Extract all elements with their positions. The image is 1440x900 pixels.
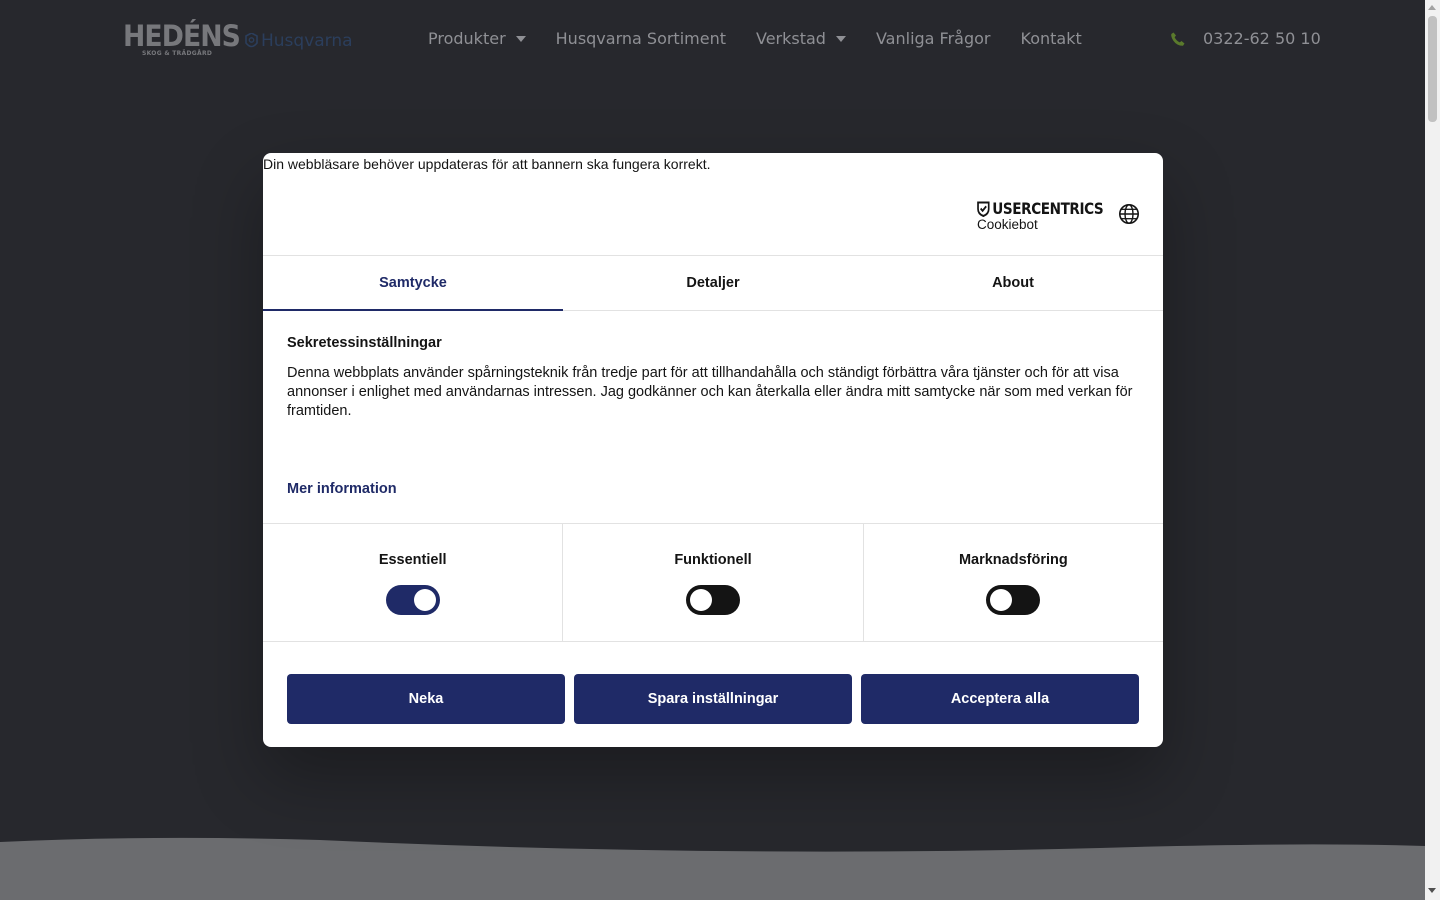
nav-label: Vanliga Frågor <box>875 29 991 48</box>
globe-icon <box>1119 204 1139 224</box>
essentiell-toggle[interactable] <box>385 585 440 615</box>
toggle-knob <box>413 589 436 611</box>
category-marknadsforing: Marknadsföring <box>862 524 1163 641</box>
wave-divider <box>0 837 1425 900</box>
scrollbar-thumb[interactable] <box>1428 16 1437 122</box>
usercentrics-wordmark: USERCENTRICS <box>977 199 1104 218</box>
browser-update-notice: Din webbläsare behöver uppdateras för at… <box>263 156 711 172</box>
scroll-down-icon[interactable] <box>1428 888 1436 893</box>
scroll-up-icon[interactable] <box>1428 5 1436 10</box>
nav-label: Verkstad <box>756 29 826 48</box>
toggle-knob <box>689 589 712 611</box>
nav-kontakt[interactable]: Kontakt <box>1021 29 1082 48</box>
tab-detaljer[interactable]: Detaljer <box>563 256 863 310</box>
nav-vanliga-fragor[interactable]: Vanliga Frågor <box>876 29 991 48</box>
accept-all-button[interactable]: Acceptera alla <box>861 674 1139 724</box>
phone-link[interactable]: 0322-62 50 10 <box>1170 29 1321 48</box>
category-label: Marknadsföring <box>958 552 1068 568</box>
save-settings-button[interactable]: Spara inställningar <box>574 674 852 724</box>
tab-about[interactable]: About <box>863 256 1163 310</box>
shield-check-icon <box>977 201 990 217</box>
category-funktionell: Funktionell <box>562 524 862 641</box>
phone-icon <box>1171 32 1185 46</box>
category-label: Essentiell <box>378 552 447 568</box>
nav-label: Husqvarna Sortiment <box>555 29 726 48</box>
consent-tabs: Samtycke Detaljer About <box>263 255 1163 311</box>
privacy-settings-title: Sekretessinställningar <box>287 335 442 351</box>
main-nav: Produkter Husqvarna Sortiment Verkstad V… <box>428 29 1112 48</box>
logo-text: HEDÉNS <box>123 19 241 53</box>
funktionell-toggle[interactable] <box>685 585 740 615</box>
husqvarna-logo[interactable]: Husqvarna <box>244 31 353 51</box>
husqvarna-crown-icon <box>245 32 258 47</box>
consent-categories: Essentiell Funktionell Marknadsföring <box>263 523 1163 642</box>
nav-verkstad[interactable]: Verkstad <box>756 29 846 48</box>
brand-sub: Cookiebot <box>977 217 1038 232</box>
category-essentiell: Essentiell <box>263 524 562 641</box>
hedens-logo[interactable]: HEDÉNS SKOG & TRÄDGÅRD <box>123 19 250 58</box>
nav-label: Kontakt <box>1020 29 1082 48</box>
nav-label: Produkter <box>428 29 506 48</box>
brand-name: USERCENTRICS <box>992 199 1104 218</box>
phone-number: 0322-62 50 10 <box>1203 29 1321 48</box>
toggle-knob <box>990 589 1013 611</box>
tab-samtycke[interactable]: Samtycke <box>263 256 563 311</box>
category-label: Funktionell <box>674 552 752 568</box>
caret-down-icon <box>515 35 526 42</box>
privacy-settings-text: Denna webbplats använder spårningsteknik… <box>287 365 1133 419</box>
caret-down-icon <box>835 35 846 42</box>
cookie-consent-dialog: Din webbläsare behöver uppdateras för at… <box>263 153 1163 747</box>
site-header: HEDÉNS SKOG & TRÄDGÅRD Husqvarna Produkt… <box>0 0 1425 82</box>
consent-buttons: Neka Spara inställningar Acceptera alla <box>287 674 1139 724</box>
husqvarna-logo-text: Husqvarna <box>261 31 353 51</box>
page-scrollbar[interactable] <box>1425 0 1440 900</box>
cookiebot-logo[interactable]: USERCENTRICS Cookiebot <box>977 199 1126 232</box>
language-selector[interactable] <box>1118 203 1140 230</box>
marknadsforing-toggle[interactable] <box>986 585 1041 615</box>
nav-husqvarna-sortiment[interactable]: Husqvarna Sortiment <box>556 29 726 48</box>
more-info-link[interactable]: Mer information <box>287 481 397 497</box>
deny-button[interactable]: Neka <box>287 674 565 724</box>
nav-produkter[interactable]: Produkter <box>428 29 526 48</box>
